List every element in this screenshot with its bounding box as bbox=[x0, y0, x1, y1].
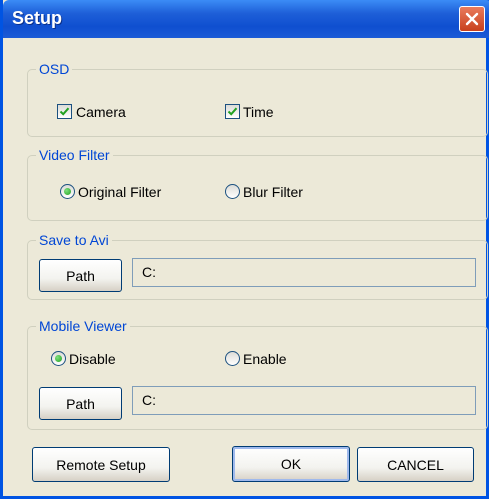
original-filter-radio[interactable] bbox=[60, 184, 75, 199]
osd-group: OSD Camera Time bbox=[27, 61, 488, 137]
osd-group-label: OSD bbox=[36, 61, 73, 77]
mobile-viewer-group-label: Mobile Viewer bbox=[36, 318, 130, 334]
avi-path-field[interactable]: C: bbox=[132, 258, 476, 287]
blur-filter-label: Blur Filter bbox=[243, 184, 303, 200]
time-label: Time bbox=[243, 104, 274, 120]
checkmark-icon bbox=[59, 107, 70, 116]
setup-dialog: Setup OSD Camera Time Video Filter Origi… bbox=[0, 0, 489, 499]
camera-label: Camera bbox=[76, 104, 126, 120]
remote-setup-button[interactable]: Remote Setup bbox=[32, 447, 170, 482]
video-filter-group: Video Filter Original Filter Blur Filter bbox=[27, 147, 488, 221]
close-button[interactable] bbox=[459, 6, 485, 32]
mobile-path-field[interactable]: C: bbox=[132, 386, 476, 415]
mobile-enable-label: Enable bbox=[243, 351, 287, 367]
checkmark-icon bbox=[227, 107, 238, 116]
cancel-button[interactable]: CANCEL bbox=[357, 447, 474, 482]
window-title: Setup bbox=[12, 8, 63, 28]
blur-filter-radio[interactable] bbox=[225, 184, 240, 199]
save-to-avi-group-label: Save to Avi bbox=[36, 232, 112, 248]
mobile-enable-radio[interactable] bbox=[225, 351, 240, 366]
camera-checkbox[interactable] bbox=[57, 104, 72, 119]
title-bar[interactable]: Setup bbox=[3, 0, 489, 38]
avi-path-button[interactable]: Path bbox=[39, 259, 122, 292]
save-to-avi-group: Save to Avi Path C: bbox=[27, 232, 488, 300]
mobile-viewer-group: Mobile Viewer Disable Enable Path C: bbox=[27, 318, 488, 430]
mobile-disable-radio[interactable] bbox=[51, 351, 66, 366]
mobile-disable-label: Disable bbox=[69, 351, 116, 367]
mobile-path-button[interactable]: Path bbox=[39, 387, 122, 420]
time-checkbox[interactable] bbox=[225, 104, 240, 119]
ok-button[interactable]: OK bbox=[232, 446, 350, 482]
close-icon bbox=[465, 12, 479, 26]
video-filter-group-label: Video Filter bbox=[36, 147, 113, 163]
original-filter-label: Original Filter bbox=[78, 184, 162, 200]
